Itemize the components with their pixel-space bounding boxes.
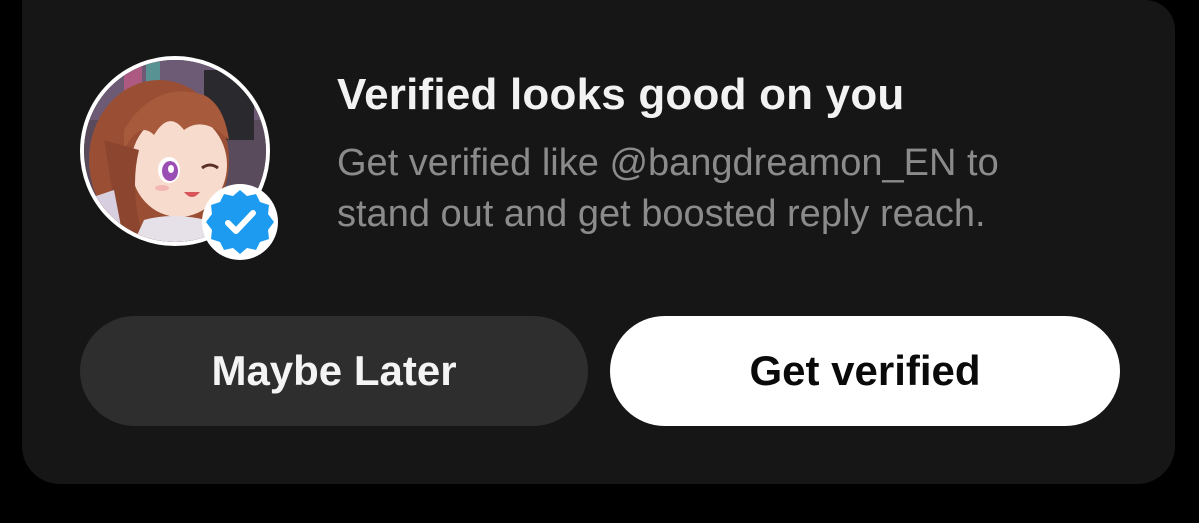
- verified-badge-icon: [202, 184, 278, 260]
- verification-prompt-card: Verified looks good on you Get verified …: [22, 0, 1175, 484]
- prompt-title: Verified looks good on you: [337, 70, 905, 119]
- avatar-container: [80, 56, 278, 260]
- maybe-later-button[interactable]: Maybe Later: [80, 316, 588, 426]
- get-verified-button[interactable]: Get verified: [610, 316, 1120, 426]
- prompt-subtitle: Get verified like @bangdreamon_EN to sta…: [337, 142, 999, 235]
